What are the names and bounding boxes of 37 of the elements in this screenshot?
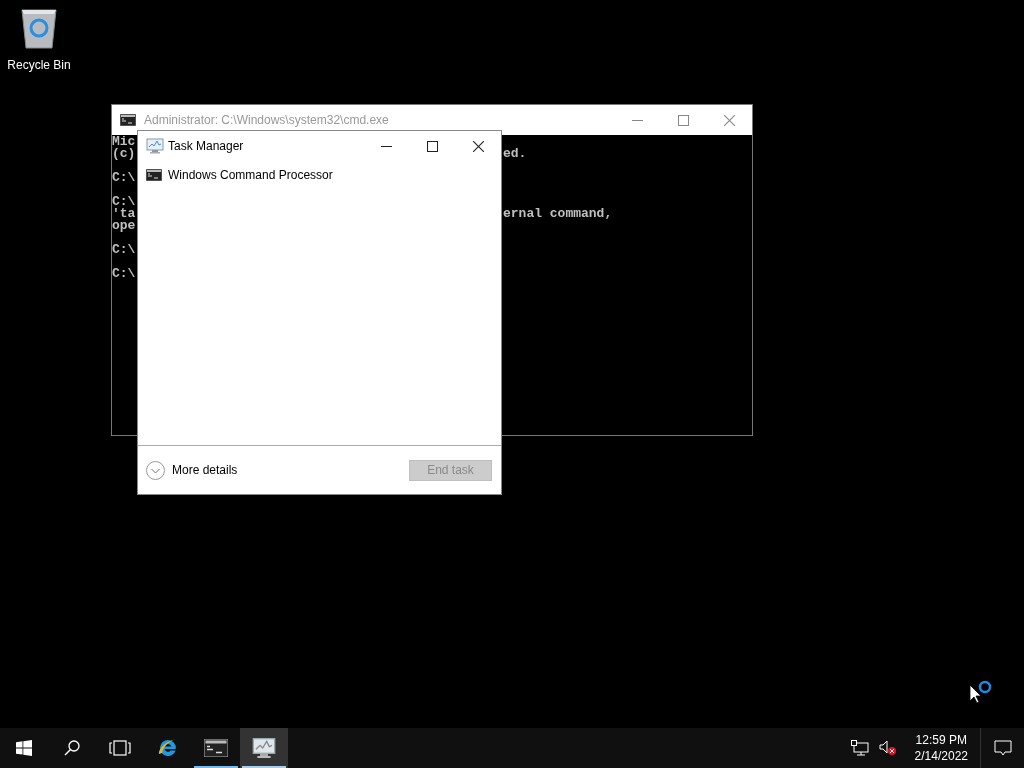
- taskbar-button[interactable]: [240, 728, 288, 768]
- close-icon: [472, 140, 484, 152]
- speech-bubble-icon: [993, 740, 1012, 756]
- maximize-icon: [677, 114, 689, 126]
- console-text: C:\: [112, 194, 136, 209]
- console-text: ernal command,: [503, 206, 613, 221]
- console-text: C:\: [112, 242, 136, 257]
- app-list-item[interactable]: Windows Command Processor: [138, 161, 501, 189]
- window-title: Task Manager: [168, 138, 245, 155]
- console-text: ed.: [503, 146, 527, 161]
- console-text: 'ta: [112, 206, 136, 221]
- desktop-icon-label[interactable]: Recycle Bin: [7, 56, 71, 74]
- console-text: Mic: [112, 134, 136, 149]
- windows-logo-icon: [16, 740, 32, 756]
- monitor-chart-icon: [146, 138, 164, 154]
- task-view-icon: [109, 740, 131, 756]
- close-icon: [723, 114, 735, 126]
- search-icon: [64, 740, 80, 756]
- maximize-icon: [426, 140, 438, 152]
- busy-cursor-icon: [969, 679, 993, 705]
- clock[interactable]: 12:59 PM 2/14/2022: [906, 732, 976, 764]
- window-title: Administrator: C:\Windows\system32\cmd.exe: [144, 112, 390, 129]
- monitor-chart-icon: [252, 737, 276, 759]
- chevron-down-icon: [146, 460, 165, 480]
- console-text: C:\: [112, 170, 136, 185]
- recycle-bin-icon[interactable]: [19, 6, 59, 50]
- console-icon: [146, 169, 162, 181]
- console-text: (c): [112, 146, 136, 161]
- console-text: ope: [112, 218, 136, 233]
- minimize-icon: [380, 145, 392, 147]
- minimize-icon: [631, 119, 643, 121]
- console-text: C:\: [112, 266, 136, 281]
- more-details-button[interactable]: More details: [146, 460, 238, 480]
- network-icon[interactable]: [850, 740, 869, 756]
- console-icon: [120, 114, 136, 126]
- muted-speaker-icon[interactable]: [878, 740, 897, 756]
- console-icon: [204, 739, 228, 757]
